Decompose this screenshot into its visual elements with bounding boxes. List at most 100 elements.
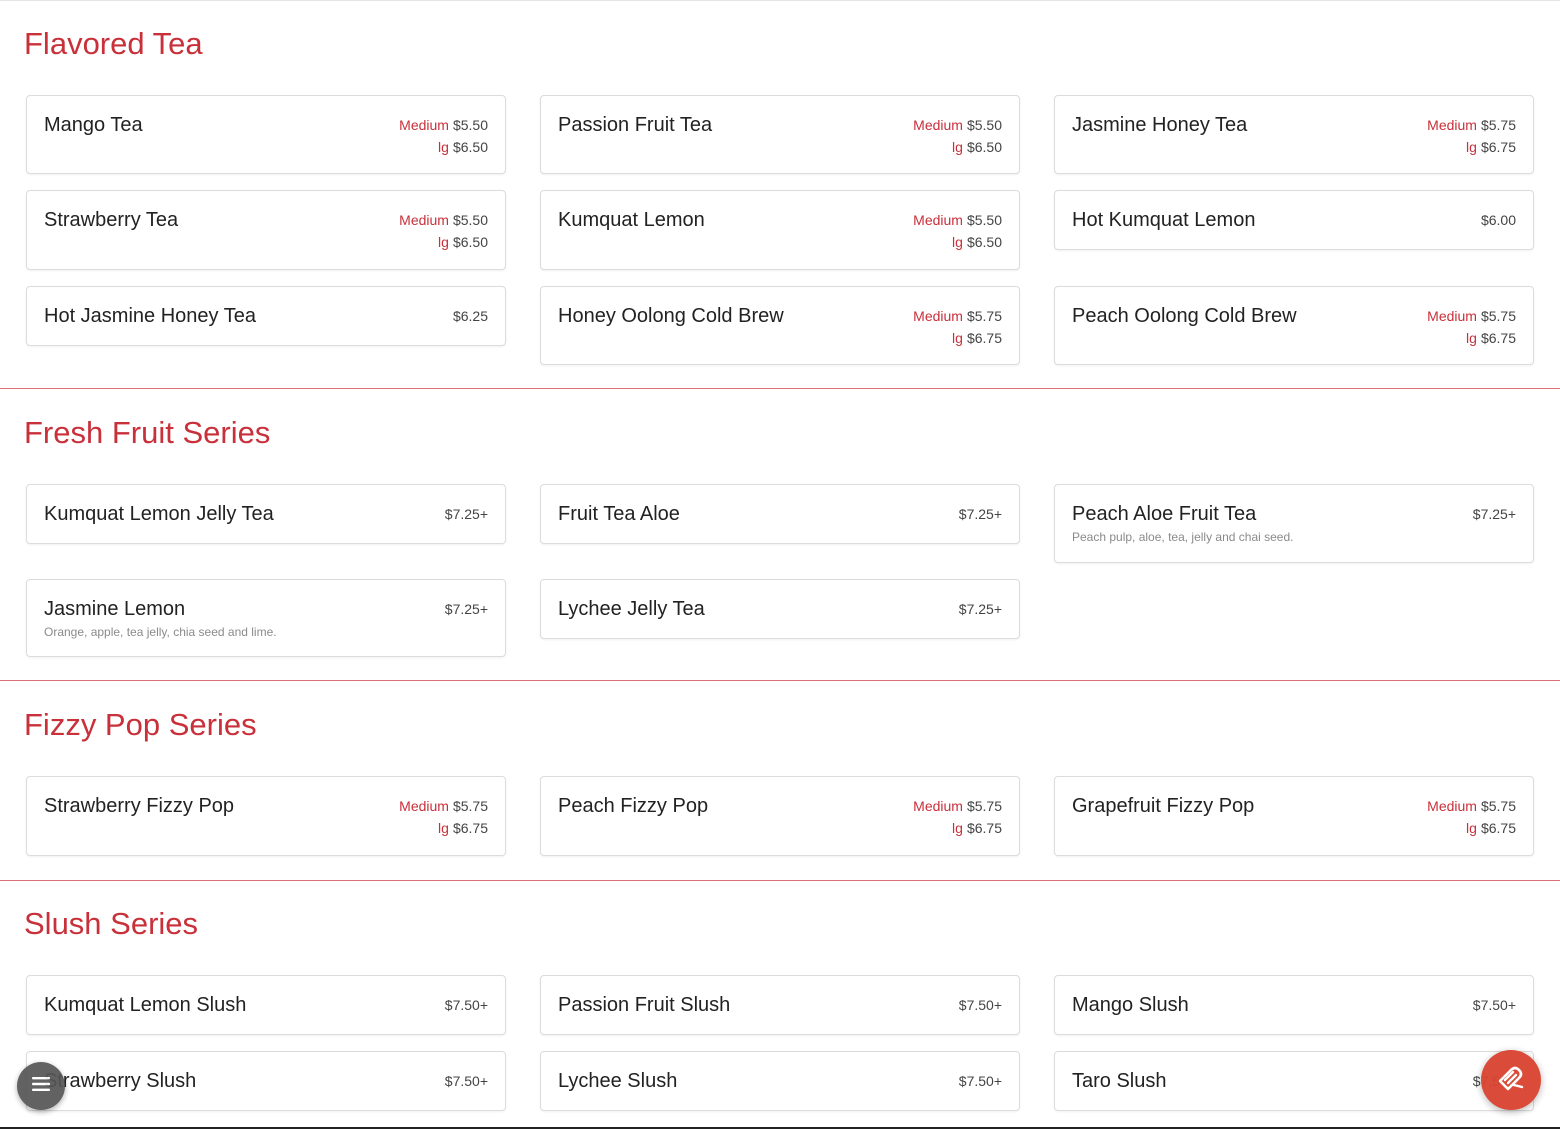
menu-item-card[interactable]: Strawberry Fizzy Pop Medium $5.75 lg $6.75	[26, 776, 506, 856]
price-value: $6.25	[452, 308, 488, 324]
menu-icon	[31, 1073, 51, 1099]
menu-item-card[interactable]: Hot Jasmine Honey Tea $6.25	[26, 286, 506, 346]
price-size-label: lg	[952, 330, 963, 346]
item-name: Kumquat Lemon Slush	[44, 994, 247, 1016]
menu-item-card[interactable]: Mango Slush $7.50+	[1054, 975, 1534, 1035]
item-prices: $7.25+	[959, 503, 1002, 525]
menu-item-card[interactable]: Strawberry Tea Medium $5.50 lg $6.50	[26, 190, 506, 270]
menu-item-card[interactable]: Hot Kumquat Lemon $6.00	[1054, 190, 1534, 250]
item-name: Lychee Slush	[558, 1070, 678, 1092]
item-name: Honey Oolong Cold Brew	[558, 305, 784, 327]
item-name: Peach Oolong Cold Brew	[1072, 305, 1297, 327]
menu-item-card[interactable]: Jasmine Honey Tea Medium $5.75 lg $6.75	[1054, 95, 1534, 174]
menu-item-card[interactable]: Kumquat Lemon Jelly Tea $7.25+	[26, 484, 506, 544]
item-name: Hot Kumquat Lemon	[1072, 209, 1256, 231]
section-divider	[0, 680, 1560, 681]
item-prices: Medium $5.50 lg $6.50	[913, 114, 1002, 158]
price-value: $7.25+	[1472, 506, 1516, 522]
item-name: Grapefruit Fizzy Pop	[1072, 795, 1255, 817]
item-prices: $7.50+	[445, 994, 488, 1016]
price-value: $5.75	[1480, 308, 1516, 324]
item-prices: $6.00	[1481, 209, 1516, 231]
price-size-label: lg	[952, 234, 963, 250]
menu-item-card[interactable]: Peach Aloe Fruit Tea Peach pulp, aloe, t…	[1054, 484, 1534, 563]
item-prices: $7.50+	[959, 994, 1002, 1016]
price-value: $6.75	[966, 330, 1002, 346]
menu-item-card[interactable]: Mango Tea Medium $5.50 lg $6.50	[26, 95, 506, 174]
price-value: $6.50	[452, 234, 488, 250]
item-prices: $7.50+	[445, 1070, 488, 1092]
menu-item-card[interactable]: Kumquat Lemon Slush $7.50+	[26, 975, 506, 1035]
menu-item-card[interactable]: Grapefruit Fizzy Pop Medium $5.75 lg $6.75	[1054, 776, 1534, 856]
price-size-label: Medium	[1427, 798, 1477, 814]
price-size-label: Medium	[913, 308, 963, 324]
section-title-fizzy-pop-series: Fizzy Pop Series	[24, 707, 257, 742]
item-name: Passion Fruit Tea	[558, 114, 713, 136]
price-value: $7.50+	[1472, 997, 1516, 1013]
price-value: $7.50+	[958, 997, 1002, 1013]
menu-item-card[interactable]: Fruit Tea Aloe $7.25+	[540, 484, 1020, 544]
price-size-label: Medium	[913, 798, 963, 814]
price-value: $5.50	[966, 117, 1002, 133]
menu-item-card[interactable]: Taro Slush $7.50+	[1054, 1051, 1534, 1111]
price-size-label: Medium	[1427, 308, 1477, 324]
menu-item-card[interactable]: Jasmine Lemon Orange, apple, tea jelly, …	[26, 579, 506, 657]
price-value: $6.50	[452, 139, 488, 155]
price-size-label: Medium	[1427, 117, 1477, 133]
menu-item-card[interactable]: Peach Fizzy Pop Medium $5.75 lg $6.75	[540, 776, 1020, 856]
item-prices: Medium $5.50 lg $6.50	[913, 209, 1002, 253]
item-prices: $7.50+	[959, 1070, 1002, 1092]
menu-item-card[interactable]: Lychee Slush $7.50+	[540, 1051, 1020, 1111]
item-description: Orange, apple, tea jelly, chia seed and …	[44, 625, 277, 639]
price-value: $5.75	[966, 308, 1002, 324]
item-prices: $7.50+	[1473, 994, 1516, 1016]
price-value: $5.50	[452, 117, 488, 133]
item-prices: Medium $5.75 lg $6.75	[399, 795, 488, 839]
menu-item-card[interactable]: Passion Fruit Slush $7.50+	[540, 975, 1020, 1035]
menu-item-card[interactable]: Strawberry Slush $7.50+	[26, 1051, 506, 1111]
item-prices: Medium $5.50 lg $6.50	[399, 209, 488, 253]
price-size-label: Medium	[399, 117, 449, 133]
item-name: Strawberry Slush	[44, 1070, 197, 1092]
price-size-label: lg	[1466, 139, 1477, 155]
item-name: Passion Fruit Slush	[558, 994, 731, 1016]
menu-item-card[interactable]: Kumquat Lemon Medium $5.50 lg $6.50	[540, 190, 1020, 270]
menu-page: Flavored Tea Mango Tea Medium $5.50 lg $6.…	[0, 0, 1560, 1129]
section-divider	[0, 880, 1560, 881]
section-title-flavored-tea: Flavored Tea	[24, 26, 203, 61]
item-name: Taro Slush	[1072, 1070, 1167, 1092]
item-description: Peach pulp, aloe, tea, jelly and chai se…	[1072, 530, 1294, 544]
price-value: $7.50+	[958, 1073, 1002, 1089]
item-prices: Medium $5.75 lg $6.75	[1427, 114, 1516, 158]
item-prices: $7.25+	[445, 503, 488, 525]
price-value: $6.75	[966, 820, 1002, 836]
price-value: $6.50	[966, 234, 1002, 250]
item-name: Mango Slush	[1072, 994, 1189, 1016]
item-prices: Medium $5.75 lg $6.75	[913, 795, 1002, 839]
price-value: $6.00	[1480, 212, 1516, 228]
item-name: Mango Tea	[44, 114, 143, 136]
section-title-slush-series: Slush Series	[24, 906, 199, 941]
menu-item-card[interactable]: Honey Oolong Cold Brew Medium $5.75 lg $6.…	[540, 286, 1020, 365]
item-name: Jasmine Honey Tea	[1072, 114, 1248, 136]
item-prices: Medium $5.75 lg $6.75	[1427, 305, 1516, 349]
item-name: Strawberry Fizzy Pop	[44, 795, 235, 817]
item-name: Jasmine Lemon	[44, 598, 186, 620]
menu-item-card[interactable]: Peach Oolong Cold Brew Medium $5.75 lg $6.…	[1054, 286, 1534, 365]
menu-fab-button[interactable]	[17, 1062, 65, 1110]
menu-item-card[interactable]: Lychee Jelly Tea $7.25+	[540, 579, 1020, 639]
item-name: Hot Jasmine Honey Tea	[44, 305, 256, 327]
price-value: $6.75	[1480, 820, 1516, 836]
item-name: Fruit Tea Aloe	[558, 503, 680, 525]
menu-item-card[interactable]: Passion Fruit Tea Medium $5.50 lg $6.50	[540, 95, 1020, 174]
price-value: $6.75	[1480, 139, 1516, 155]
item-prices: Medium $5.75 lg $6.75	[1427, 795, 1516, 839]
price-value: $5.75	[1480, 798, 1516, 814]
item-prices: Medium $5.75 lg $6.75	[913, 305, 1002, 349]
item-name: Lychee Jelly Tea	[558, 598, 705, 620]
price-size-label: Medium	[399, 212, 449, 228]
price-value: $6.75	[452, 820, 488, 836]
item-name: Kumquat Lemon	[558, 209, 705, 231]
price-size-label: lg	[438, 139, 449, 155]
order-fab-button[interactable]	[1481, 1050, 1541, 1110]
